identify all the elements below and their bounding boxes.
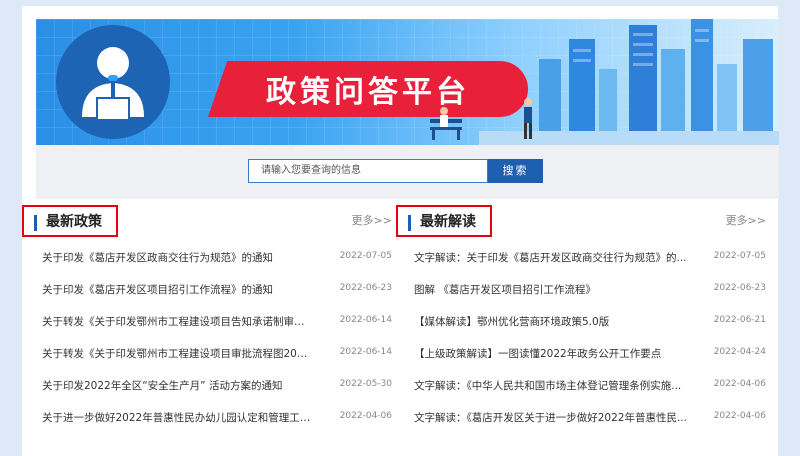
latest-policy-heading: 最新政策 (22, 205, 118, 237)
search-input[interactable]: 请输入您要查询的信息 (248, 159, 488, 183)
list-item[interactable]: 【媒体解读】鄂州优化营商环境政策5.0版 2022-06-21 (396, 314, 766, 346)
search-bar-area: 请输入您要查询的信息 搜索 (36, 145, 779, 199)
list-item[interactable]: 【上级政策解读】一图读懂2022年政务公开工作要点 2022-04-24 (396, 346, 766, 378)
list-item[interactable]: 文字解读：《葛店开发区关于进一步做好2022年普惠性民... 2022-04-06 (396, 410, 766, 442)
list-item[interactable]: 关于印发2022年全区“安全生产月” 活动方案的通知 2022-05-30 (22, 378, 392, 410)
walking-person-icon (524, 98, 532, 139)
list-item[interactable]: 关于转发《关于印发鄂州市工程建设项目告知承诺制审批... 2022-06-14 (22, 314, 392, 346)
list-item[interactable]: 文字解读：关于印发《葛店开发区政商交往行为规范》的... 2022-07-05 (396, 250, 766, 282)
banner: 政策问答平台 (36, 19, 779, 145)
latest-interpretation-heading: 最新解读 (396, 205, 492, 237)
latest-policy-more-link[interactable]: 更多>> (352, 212, 392, 228)
latest-policy-section: 最新政策 更多>> 关于印发《葛店开发区政商交往行为规范》的通知 2022-07-… (22, 205, 392, 424)
heading-accent-bar (408, 215, 411, 231)
latest-interpretation-list: 文字解读：关于印发《葛店开发区政商交往行为规范》的... 2022-07-05 图… (396, 250, 766, 442)
list-item[interactable]: 关于印发《葛店开发区政商交往行为规范》的通知 2022-07-05 (22, 250, 392, 282)
list-item[interactable]: 图解 《葛店开发区项目招引工作流程》 2022-06-23 (396, 282, 766, 314)
list-item[interactable]: 文字解读：《中华人民共和国市场主体登记管理条例实施... 2022-04-06 (396, 378, 766, 410)
speaker-avatar-icon (56, 25, 170, 139)
list-item[interactable]: 关于进一步做好2022年普惠性民办幼儿园认定和管理工作... 2022-04-06 (22, 410, 392, 442)
bench-person-icon (430, 107, 462, 140)
list-item[interactable]: 关于印发《葛店开发区项目招引工作流程》的通知 2022-06-23 (22, 282, 392, 314)
search-button[interactable]: 搜索 (488, 159, 543, 183)
heading-accent-bar (34, 215, 37, 231)
list-item[interactable]: 关于转发《关于印发鄂州市工程建设项目审批流程图2022... 2022-06-14 (22, 346, 392, 378)
latest-interpretation-more-link[interactable]: 更多>> (726, 212, 766, 228)
latest-policy-list: 关于印发《葛店开发区政商交往行为规范》的通知 2022-07-05 关于印发《葛店… (22, 250, 392, 442)
latest-interpretation-section: 最新解读 更多>> 文字解读：关于印发《葛店开发区政商交往行为规范》的... 20… (396, 205, 766, 424)
